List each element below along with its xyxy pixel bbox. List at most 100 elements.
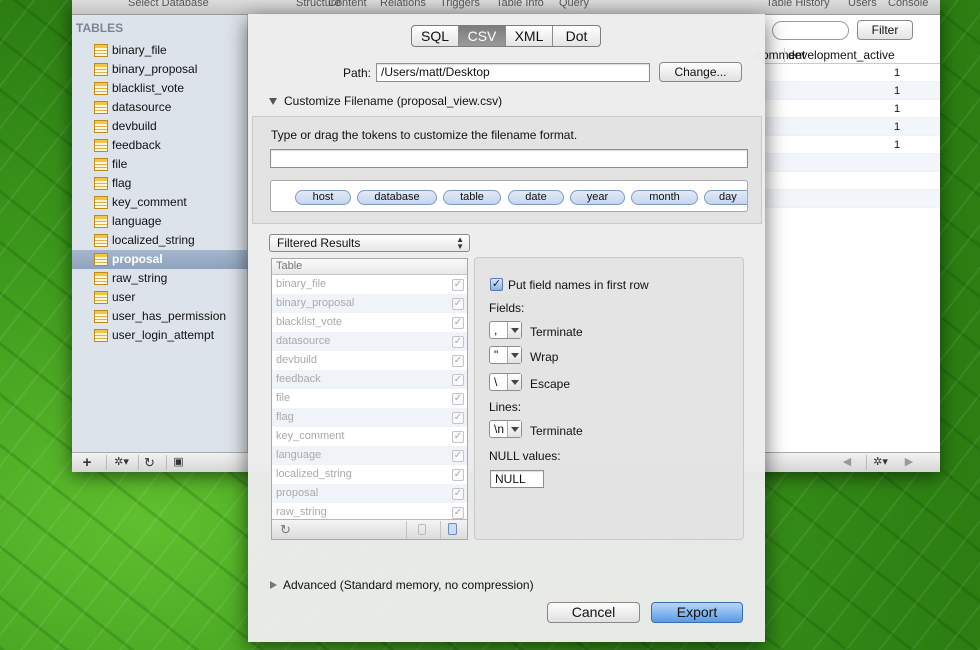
table-row[interactable]: 1 bbox=[762, 64, 940, 82]
list-item[interactable]: binary_file ✓ bbox=[272, 275, 467, 294]
disclosure-open-icon[interactable] bbox=[269, 98, 277, 105]
checkbox[interactable]: ✓ bbox=[452, 431, 464, 443]
checkbox[interactable]: ✓ bbox=[452, 488, 464, 500]
list-item[interactable]: devbuild ✓ bbox=[272, 351, 467, 370]
content-gear-button[interactable]: ✲▾ bbox=[866, 455, 894, 470]
toolbar-console[interactable]: Console bbox=[888, 0, 928, 9]
sidebar-table-item[interactable]: user_has_permission bbox=[72, 307, 248, 326]
sidebar-table-item[interactable]: blacklist_vote bbox=[72, 79, 248, 98]
table-icon bbox=[94, 139, 108, 152]
line-terminate-combo[interactable]: \n bbox=[489, 420, 522, 438]
list-item[interactable]: flag ✓ bbox=[272, 408, 467, 427]
filename-format-field[interactable] bbox=[270, 149, 748, 168]
sidebar-table-item[interactable]: raw_string bbox=[72, 269, 248, 288]
token-day[interactable]: day bbox=[704, 190, 747, 205]
toolbar-triggers[interactable]: Triggers bbox=[440, 0, 480, 9]
list-item[interactable]: file ✓ bbox=[272, 389, 467, 408]
list-item[interactable]: blacklist_vote ✓ bbox=[272, 313, 467, 332]
checkbox[interactable]: ✓ bbox=[452, 393, 464, 405]
table-row[interactable] bbox=[762, 190, 940, 208]
toolbar-query[interactable]: Query bbox=[559, 0, 589, 9]
checkbox[interactable]: ✓ bbox=[452, 374, 464, 386]
table-row[interactable]: 1 bbox=[762, 100, 940, 118]
sidebar-table-item[interactable]: datasource bbox=[72, 98, 248, 117]
format-csv-tab[interactable]: CSV bbox=[459, 26, 506, 46]
sidebar-table-item[interactable]: user bbox=[72, 288, 248, 307]
export-button[interactable]: Export bbox=[651, 602, 743, 623]
token-host[interactable]: host bbox=[295, 190, 351, 205]
filter-button[interactable]: Filter bbox=[857, 20, 913, 40]
checkbox[interactable]: ✓ bbox=[452, 469, 464, 481]
table-row[interactable]: 1 bbox=[762, 82, 940, 100]
table-row[interactable] bbox=[762, 154, 940, 172]
uncheck-all-icon[interactable] bbox=[418, 524, 426, 535]
results-popup[interactable]: Filtered Results ▲ ▼ bbox=[269, 234, 470, 252]
toolbar-content[interactable]: Content bbox=[328, 0, 367, 9]
toolbar-relations[interactable]: Relations bbox=[380, 0, 426, 9]
path-field[interactable]: /Users/matt/Desktop bbox=[376, 63, 650, 82]
checkbox[interactable]: ✓ bbox=[452, 412, 464, 424]
checkbox[interactable]: ✓ bbox=[452, 355, 464, 367]
sidebar-table-item[interactable]: binary_file bbox=[72, 41, 248, 60]
toolbar-users[interactable]: Users bbox=[848, 0, 877, 9]
sidebar-table-item[interactable]: feedback bbox=[72, 136, 248, 155]
disclosure-closed-icon[interactable] bbox=[270, 581, 277, 589]
toolbar-table-history[interactable]: Table History bbox=[766, 0, 830, 9]
list-item[interactable]: key_comment ✓ bbox=[272, 427, 467, 446]
table-row[interactable] bbox=[762, 172, 940, 190]
list-item[interactable]: localized_string ✓ bbox=[272, 465, 467, 484]
token-date[interactable]: date bbox=[508, 190, 564, 205]
toolbar-table-info[interactable]: Table Info bbox=[496, 0, 544, 9]
info-button[interactable]: ▣ bbox=[166, 455, 190, 470]
sidebar-table-item[interactable]: user_login_attempt bbox=[72, 326, 248, 345]
table-row[interactable]: 1 bbox=[762, 118, 940, 136]
table-icon bbox=[94, 158, 108, 171]
field-names-checkbox[interactable]: ✓ bbox=[490, 278, 503, 291]
field-escape-combo[interactable]: \ bbox=[489, 373, 522, 391]
field-terminate-combo[interactable]: , bbox=[489, 321, 522, 339]
toolbar-select-database[interactable]: Select Database bbox=[128, 0, 209, 9]
sidebar-table-item[interactable]: language bbox=[72, 212, 248, 231]
sidebar-table-item[interactable]: file bbox=[72, 155, 248, 174]
customize-filename-label[interactable]: Customize Filename (proposal_view.csv) bbox=[284, 94, 502, 108]
sidebar-table-item[interactable]: key_comment bbox=[72, 193, 248, 212]
add-table-button[interactable]: + bbox=[76, 455, 98, 470]
token-database[interactable]: database bbox=[357, 190, 437, 205]
field-wrap-combo[interactable]: " bbox=[489, 346, 522, 364]
checkbox[interactable]: ✓ bbox=[452, 450, 464, 462]
filter-input[interactable] bbox=[772, 21, 849, 40]
next-page-button[interactable]: ▶ bbox=[898, 455, 920, 470]
format-xml-tab[interactable]: XML bbox=[506, 26, 553, 46]
null-values-field[interactable]: NULL bbox=[490, 470, 544, 488]
cancel-button[interactable]: Cancel bbox=[547, 602, 640, 623]
table-row[interactable]: 1 bbox=[762, 136, 940, 154]
list-item[interactable]: feedback ✓ bbox=[272, 370, 467, 389]
prev-page-button[interactable]: ◀ bbox=[836, 455, 858, 470]
list-item[interactable]: proposal ✓ bbox=[272, 484, 467, 503]
refresh-icon[interactable]: ↻ bbox=[280, 522, 291, 538]
sidebar-table-item[interactable]: devbuild bbox=[72, 117, 248, 136]
token-table[interactable]: table bbox=[443, 190, 501, 205]
list-item[interactable]: language ✓ bbox=[272, 446, 467, 465]
checkbox[interactable]: ✓ bbox=[452, 507, 464, 519]
format-dot-tab[interactable]: Dot bbox=[553, 26, 600, 46]
change-path-button[interactable]: Change... bbox=[659, 62, 742, 82]
sidebar-table-item[interactable]: flag bbox=[72, 174, 248, 193]
checkbox[interactable]: ✓ bbox=[452, 298, 464, 310]
list-item[interactable]: binary_proposal ✓ bbox=[272, 294, 467, 313]
sidebar-table-item[interactable]: localized_string bbox=[72, 231, 248, 250]
advanced-options-label[interactable]: Advanced (Standard memory, no compressio… bbox=[283, 578, 534, 592]
refresh-button[interactable]: ↻ bbox=[138, 455, 160, 470]
checkbox[interactable]: ✓ bbox=[452, 279, 464, 291]
check-all-icon[interactable] bbox=[448, 523, 457, 535]
column-header-development-active[interactable]: development_active bbox=[784, 48, 895, 62]
checkbox[interactable]: ✓ bbox=[452, 317, 464, 329]
format-sql-tab[interactable]: SQL bbox=[412, 26, 459, 46]
sidebar-table-item[interactable]: binary_proposal bbox=[72, 60, 248, 79]
token-year[interactable]: year bbox=[570, 190, 625, 205]
list-item[interactable]: datasource ✓ bbox=[272, 332, 467, 351]
gear-menu-button[interactable]: ✲▾ bbox=[106, 455, 136, 470]
checkbox[interactable]: ✓ bbox=[452, 336, 464, 348]
token-month[interactable]: month bbox=[631, 190, 698, 205]
sidebar-table-item-selected[interactable]: proposal bbox=[72, 250, 248, 269]
